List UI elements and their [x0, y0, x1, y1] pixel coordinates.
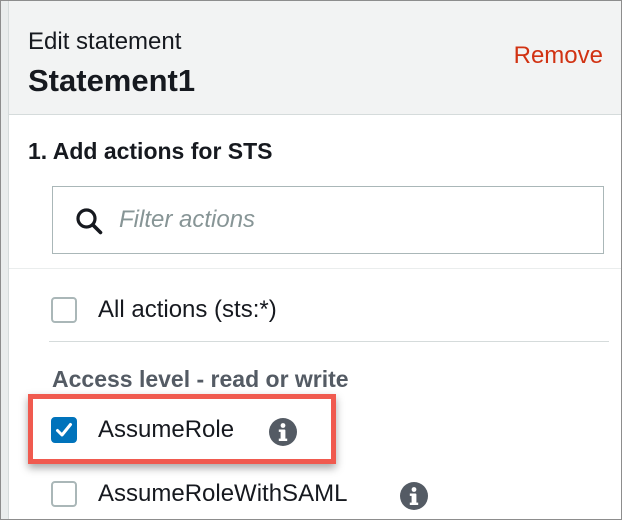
actions-section: 1. Add actions for STS All actions (sts:…: [9, 116, 621, 519]
info-icon[interactable]: [268, 417, 298, 447]
options-divider: [49, 341, 609, 342]
edit-statement-panel: Edit statement Statement1 Remove 1. Add …: [0, 0, 622, 520]
all-actions-label: All actions (sts:*): [98, 296, 277, 323]
statement-title: Statement1: [28, 63, 196, 98]
section-title: 1. Add actions for STS: [28, 138, 273, 164]
info-icon[interactable]: [399, 481, 429, 511]
left-gutter: [1, 1, 9, 519]
assume-role-with-saml-checkbox[interactable]: [51, 481, 77, 507]
filter-actions-box[interactable]: [52, 186, 604, 254]
filter-actions-input[interactable]: [119, 201, 589, 239]
header-subtitle: Edit statement: [28, 28, 182, 55]
assume-role-with-saml-label: AssumeRoleWithSAML: [98, 480, 348, 507]
section-divider: [9, 268, 621, 269]
remove-button[interactable]: Remove: [514, 42, 603, 70]
assume-role-checkbox[interactable]: [51, 417, 77, 443]
statement-header: Edit statement Statement1 Remove: [9, 1, 621, 115]
checkmark-icon: [56, 423, 72, 437]
all-actions-checkbox[interactable]: [51, 297, 77, 323]
search-icon: [76, 208, 103, 235]
assume-role-label: AssumeRole: [98, 416, 235, 443]
access-level-title: Access level - read or write: [52, 366, 349, 392]
